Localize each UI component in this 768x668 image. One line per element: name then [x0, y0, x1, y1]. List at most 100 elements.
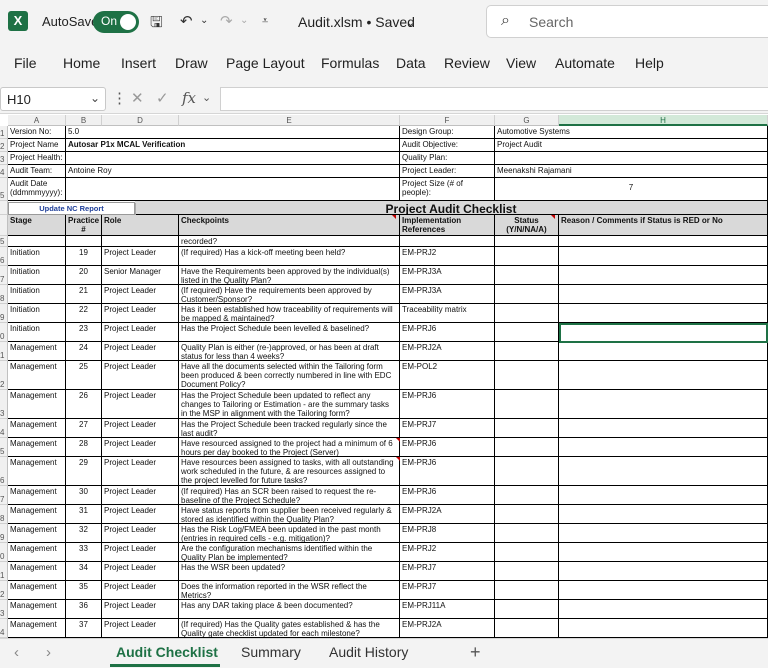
- cell-role[interactable]: Project Leader: [102, 438, 179, 457]
- cell-reason[interactable]: [559, 438, 768, 457]
- cell-role[interactable]: Project Leader: [102, 600, 179, 619]
- cell-practice[interactable]: 21: [66, 285, 102, 304]
- row-header[interactable]: 7: [0, 266, 8, 285]
- cell-checkpoint[interactable]: Have all the documents selected within t…: [179, 361, 400, 390]
- cell-role[interactable]: Project Leader: [102, 323, 179, 342]
- column-header-h[interactable]: H: [559, 115, 768, 126]
- file-name-dropdown-icon[interactable]: ⌄: [406, 16, 415, 29]
- cell-role[interactable]: Project Leader: [102, 457, 179, 486]
- menu-data[interactable]: Data: [396, 55, 426, 71]
- row-header[interactable]: 5: [0, 438, 8, 457]
- cell-reason[interactable]: [559, 619, 768, 638]
- value-version-no[interactable]: 5.0: [66, 126, 400, 139]
- row-header[interactable]: 0: [0, 543, 8, 562]
- cell-checkpoint[interactable]: Are the configuration mechanisms identif…: [179, 543, 400, 562]
- cell-checkpoint[interactable]: (If required) Has the Quality gates esta…: [179, 619, 400, 638]
- search-box[interactable]: ⌕ Search: [486, 5, 768, 38]
- cell-reason[interactable]: [559, 600, 768, 619]
- menu-file[interactable]: File: [14, 55, 37, 71]
- sheet-tab-summary[interactable]: Summary: [241, 644, 301, 660]
- cell-stage[interactable]: Initiation: [8, 304, 66, 323]
- column-header-d[interactable]: D: [102, 115, 179, 126]
- cell-stage[interactable]: Management: [8, 543, 66, 562]
- menu-page-layout[interactable]: Page Layout: [226, 55, 305, 71]
- cell-reference[interactable]: [400, 236, 495, 247]
- cell-status[interactable]: [495, 486, 559, 505]
- cell-checkpoint[interactable]: Has the Risk Log/FMEA been updated in th…: [179, 524, 400, 543]
- cell-stage[interactable]: Initiation: [8, 266, 66, 285]
- cell-status[interactable]: [495, 581, 559, 600]
- chevron-right-icon[interactable]: ›: [46, 644, 51, 661]
- cell-stage[interactable]: Management: [8, 390, 66, 419]
- column-header-b[interactable]: B: [66, 115, 102, 126]
- cell-practice[interactable]: 19: [66, 247, 102, 266]
- row-header[interactable]: 0: [0, 323, 8, 342]
- cell-reference[interactable]: Traceability matrix: [400, 304, 495, 323]
- cell-reason[interactable]: [559, 285, 768, 304]
- cell-checkpoint[interactable]: Has the Project Schedule been levelled &…: [179, 323, 400, 342]
- row-header[interactable]: 2: [0, 581, 8, 600]
- cell-reference[interactable]: EM-PRJ2A: [400, 619, 495, 638]
- cell-practice[interactable]: [66, 236, 102, 247]
- row-header[interactable]: 9: [0, 524, 8, 543]
- cell-status[interactable]: [495, 505, 559, 524]
- cell-reason[interactable]: [559, 342, 768, 361]
- undo-dropdown-icon[interactable]: ⌄: [200, 15, 208, 26]
- cancel-icon[interactable]: ✕: [131, 89, 144, 107]
- update-nc-report-button[interactable]: Update NC Report: [8, 202, 135, 215]
- cell-reference[interactable]: EM-PRJ2A: [400, 505, 495, 524]
- cell-practice[interactable]: 24: [66, 342, 102, 361]
- row-header[interactable]: 8: [0, 505, 8, 524]
- name-box[interactable]: H10 ⌄: [0, 87, 106, 111]
- row-header[interactable]: 9: [0, 304, 8, 323]
- cell-status[interactable]: [495, 524, 559, 543]
- cell-checkpoint[interactable]: recorded?: [179, 236, 400, 247]
- column-header-e[interactable]: E: [179, 115, 400, 126]
- cell-checkpoint[interactable]: Has the Project Schedule been tracked re…: [179, 419, 400, 438]
- cell-reference[interactable]: EM-PRJ6: [400, 390, 495, 419]
- value-design-group[interactable]: Automotive Systems: [495, 126, 768, 139]
- cell-practice[interactable]: 32: [66, 524, 102, 543]
- more-options-icon[interactable]: ⋮: [112, 89, 127, 107]
- cell-stage[interactable]: Management: [8, 438, 66, 457]
- cell-status[interactable]: [495, 562, 559, 581]
- cell-practice[interactable]: 31: [66, 505, 102, 524]
- menu-help[interactable]: Help: [635, 55, 664, 71]
- row-header[interactable]: 7: [0, 486, 8, 505]
- cell-status[interactable]: [495, 419, 559, 438]
- cell-checkpoint[interactable]: Have the Requirements been approved by t…: [179, 266, 400, 285]
- value-audit-date[interactable]: [66, 178, 400, 201]
- cell-stage[interactable]: Management: [8, 505, 66, 524]
- cell-status[interactable]: [495, 236, 559, 247]
- save-icon[interactable]: 🖫: [150, 12, 163, 37]
- row-header[interactable]: 6: [0, 457, 8, 486]
- row-header[interactable]: [0, 201, 8, 215]
- cell-role[interactable]: Project Leader: [102, 419, 179, 438]
- cell-checkpoint[interactable]: Does the information reported in the WSR…: [179, 581, 400, 600]
- menu-automate[interactable]: Automate: [555, 55, 615, 71]
- row-header[interactable]: 5: [0, 236, 8, 247]
- cell-reference[interactable]: EM-PRJ7: [400, 419, 495, 438]
- cell-stage[interactable]: Management: [8, 524, 66, 543]
- cell-reference[interactable]: EM-PRJ11A: [400, 600, 495, 619]
- cell-stage[interactable]: Management: [8, 581, 66, 600]
- cell-practice[interactable]: 22: [66, 304, 102, 323]
- cell-checkpoint[interactable]: (If required) Have the requirements been…: [179, 285, 400, 304]
- sheet-tab-audit-history[interactable]: Audit History: [329, 644, 408, 660]
- cell-status[interactable]: [495, 390, 559, 419]
- cell-practice[interactable]: 37: [66, 619, 102, 638]
- cell-reason[interactable]: [559, 581, 768, 600]
- value-project-health[interactable]: [66, 152, 400, 165]
- cell-status[interactable]: [495, 438, 559, 457]
- column-header-g[interactable]: G: [495, 115, 559, 126]
- spreadsheet-grid[interactable]: A B D E F G H 1 2 3 4 5 Version No: 5.0 …: [0, 115, 768, 638]
- cell-reason[interactable]: [559, 505, 768, 524]
- cell-checkpoint[interactable]: Has the WSR been updated?: [179, 562, 400, 581]
- formula-input[interactable]: [220, 87, 768, 111]
- comment-marker[interactable]: [396, 438, 400, 442]
- menu-view[interactable]: View: [506, 55, 536, 71]
- value-quality-plan[interactable]: [495, 152, 768, 165]
- cell-practice[interactable]: 20: [66, 266, 102, 285]
- cell-status[interactable]: [495, 266, 559, 285]
- menu-home[interactable]: Home: [63, 55, 100, 71]
